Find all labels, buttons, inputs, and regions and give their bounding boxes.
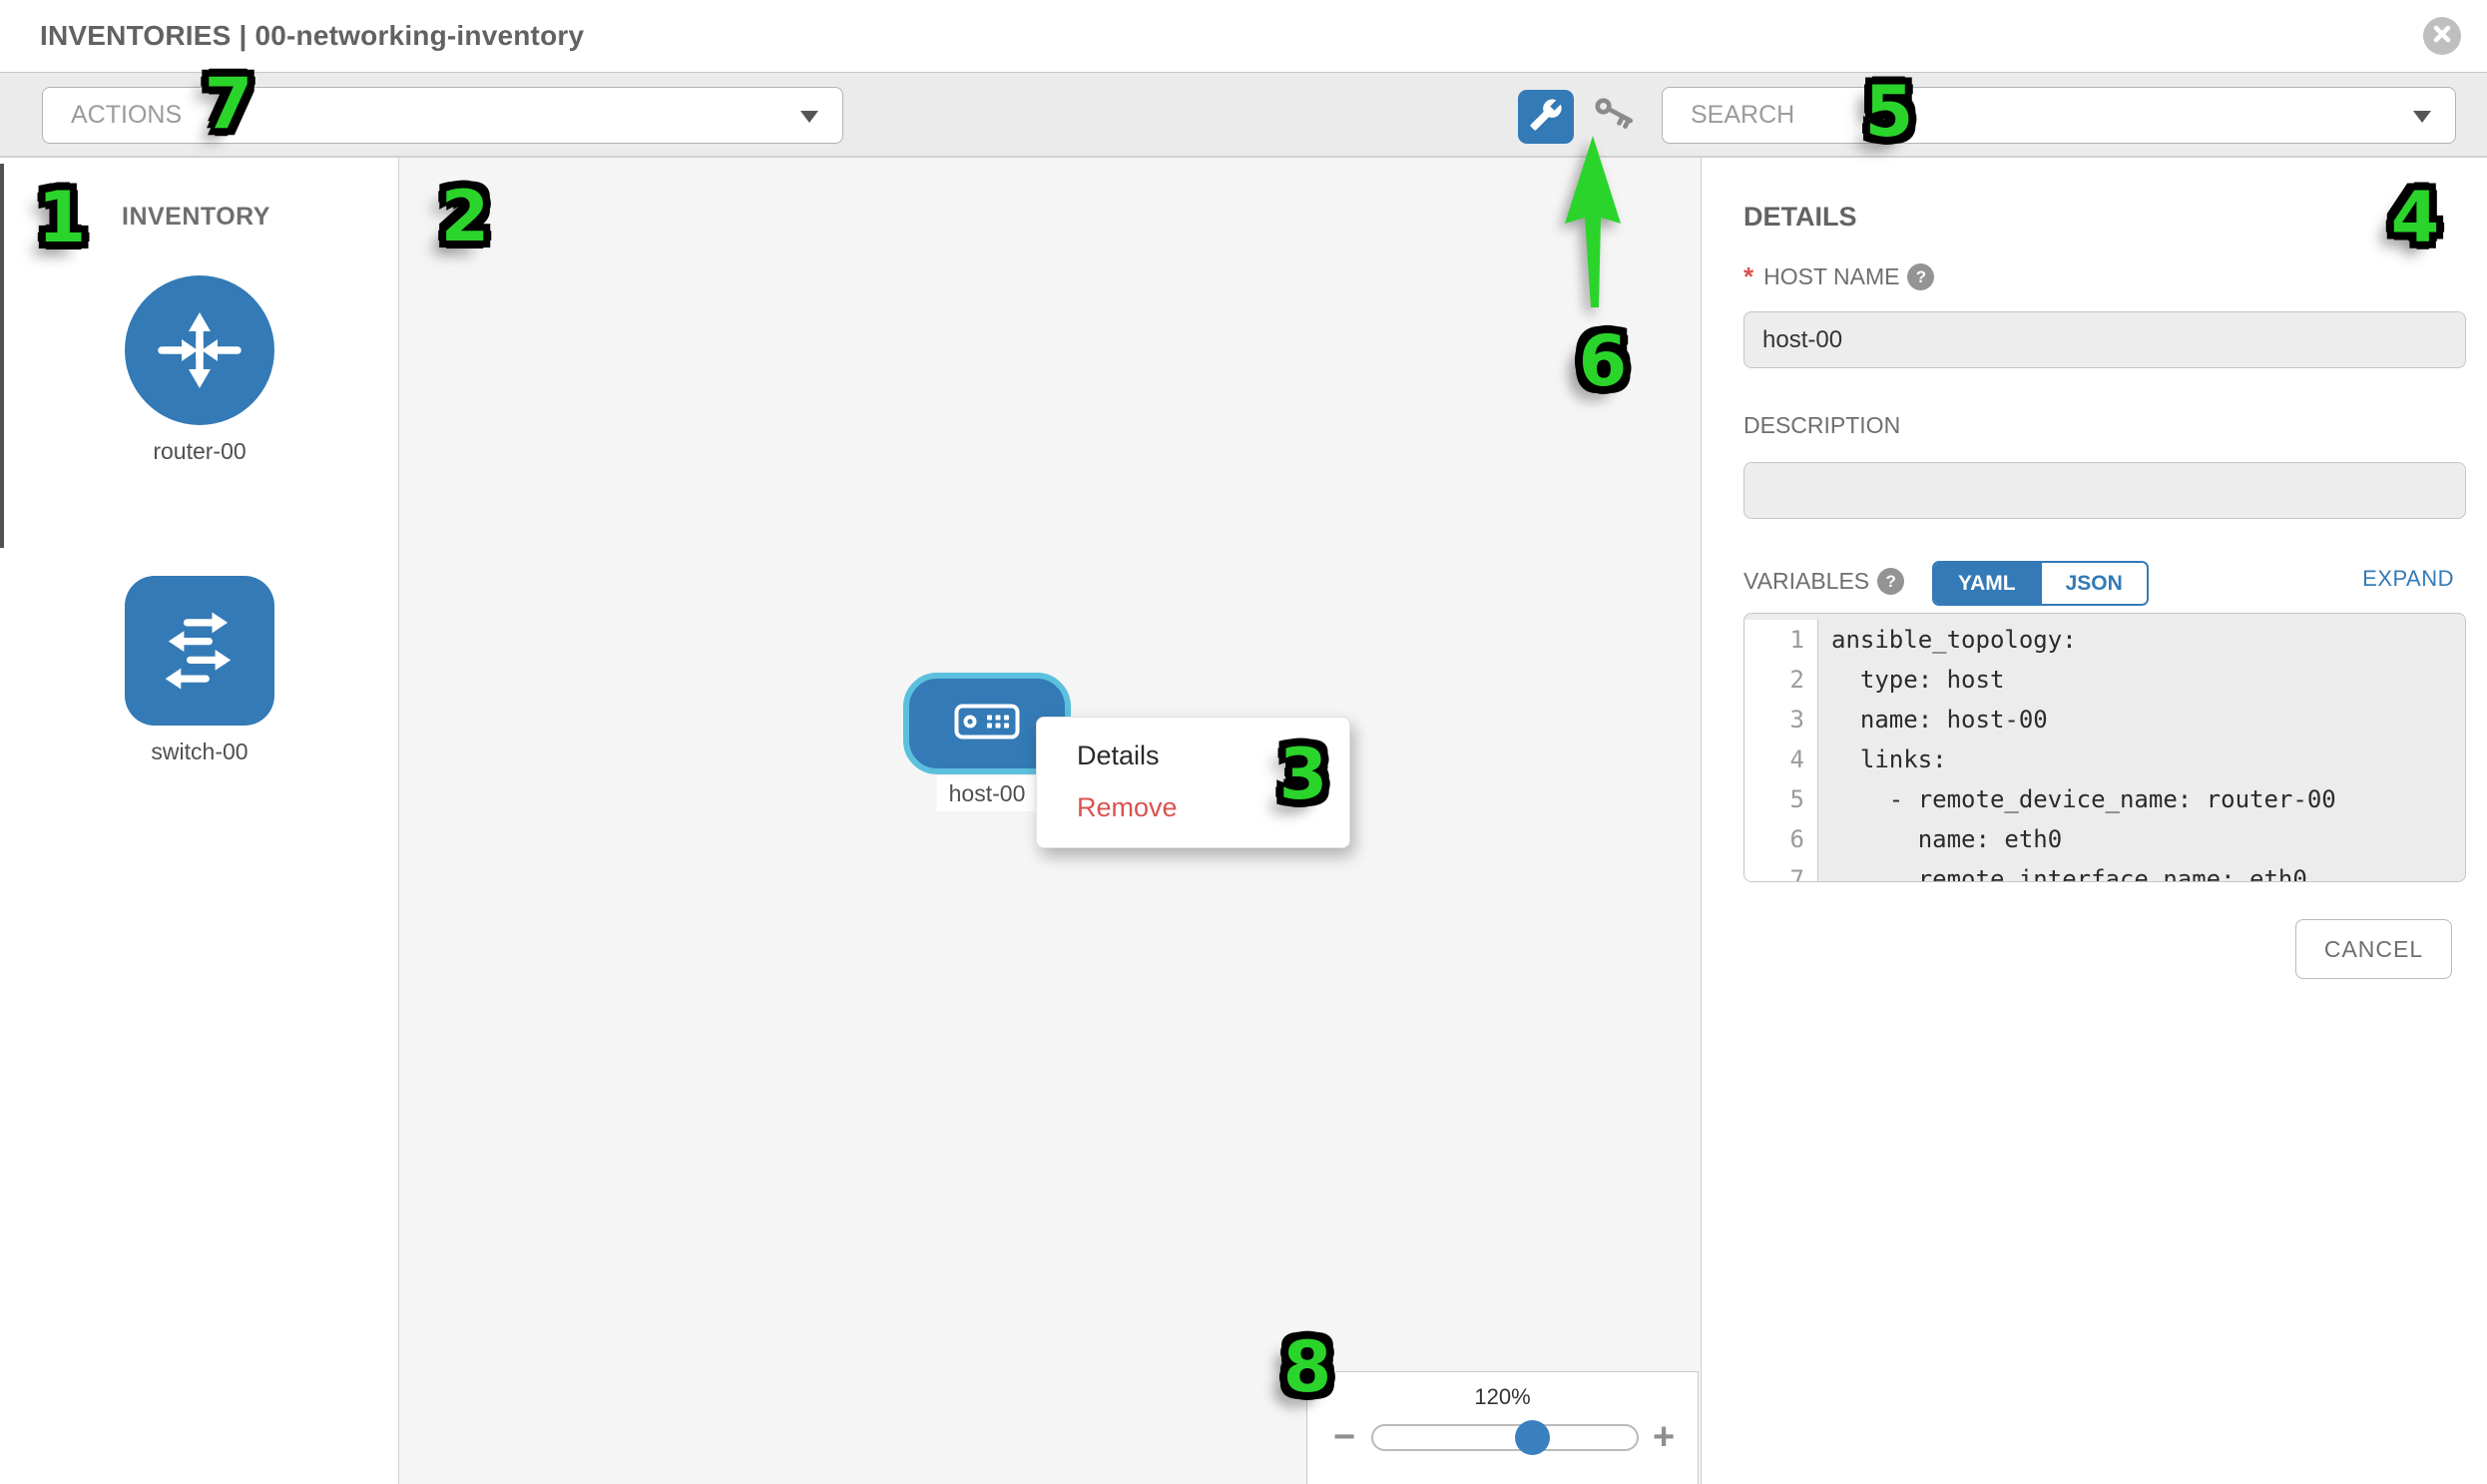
host-icon (954, 702, 1020, 746)
details-panel: DETAILS * HOST NAME ? DESCRIPTION VARIAB… (1702, 157, 2487, 1484)
line-text: - remote_device_name: router-00 (1818, 779, 2336, 819)
zoom-slider-thumb[interactable] (1515, 1420, 1550, 1455)
variables-format-toggle: YAML JSON (1932, 561, 2149, 606)
zoom-level-value: 120% (1307, 1384, 1698, 1410)
line-text: links: (1818, 740, 1947, 779)
cancel-button[interactable]: CANCEL (2295, 919, 2452, 979)
zoom-control-panel: 120% − + (1306, 1371, 1699, 1484)
code-line: 3 name: host-00 (1744, 700, 2465, 740)
code-line: 2 type: host (1744, 660, 2465, 700)
code-line: 1 ansible_topology: (1744, 620, 2465, 660)
description-label: DESCRIPTION (1743, 412, 1900, 439)
line-number: 5 (1744, 779, 1818, 819)
annotation-8: 8 (1283, 1326, 1332, 1408)
line-text: type: host (1818, 660, 2004, 700)
annotation-2: 2 (441, 176, 490, 257)
line-text: name: host-00 (1818, 700, 2048, 740)
line-number: 7 (1744, 859, 1818, 882)
required-asterisk: * (1743, 261, 1753, 292)
variables-label: VARIABLES (1743, 568, 1869, 595)
line-number: 4 (1744, 740, 1818, 779)
annotation-arrow-icon (1553, 128, 1645, 322)
switch-icon[interactable] (125, 576, 274, 726)
search-dropdown[interactable]: SEARCH (1662, 87, 2456, 144)
page-title: INVENTORIES | 00-networking-inventory (40, 20, 584, 52)
sidebar-item-switch-00[interactable]: switch-00 (125, 576, 274, 765)
annotation-3: 3 (1279, 734, 1328, 815)
line-text: ansible_topology: (1818, 620, 2077, 660)
line-number: 6 (1744, 819, 1818, 859)
annotation-5: 5 (1865, 71, 1914, 153)
actions-dropdown-label: ACTIONS (71, 101, 182, 130)
code-line: 5 - remote_device_name: router-00 (1744, 779, 2465, 819)
search-dropdown-label: SEARCH (1691, 101, 1794, 130)
code-line: 7 remote_interface_name: eth0 (1744, 859, 2465, 882)
annotation-4: 4 (2391, 177, 2440, 258)
zoom-out-button[interactable]: − (1333, 1418, 1355, 1456)
switch-label: switch-00 (151, 739, 248, 765)
zoom-slider-track[interactable] (1371, 1424, 1639, 1451)
line-number: 1 (1744, 620, 1818, 660)
host-name-label: HOST NAME (1763, 263, 1899, 290)
topology-canvas[interactable]: host-00 Details Remove 120% − + (399, 157, 1702, 1484)
sidebar-title: INVENTORY (122, 203, 270, 232)
close-button[interactable] (2423, 17, 2461, 55)
line-number: 2 (1744, 660, 1818, 700)
variables-label-row: VARIABLES ? (1743, 568, 1904, 595)
code-line: 6 name: eth0 (1744, 819, 2465, 859)
expand-link[interactable]: EXPAND (2362, 566, 2454, 592)
actions-dropdown[interactable]: ACTIONS (42, 87, 843, 144)
zoom-in-button[interactable]: + (1653, 1418, 1675, 1456)
router-label: router-00 (153, 438, 246, 465)
annotation-6: 6 (1579, 320, 1628, 402)
chevron-down-icon (800, 111, 818, 123)
description-label-row: DESCRIPTION (1743, 412, 1900, 439)
chevron-down-icon (2413, 111, 2431, 123)
line-text: remote_interface_name: eth0 (1818, 859, 2307, 882)
help-icon[interactable]: ? (1907, 263, 1934, 290)
sidebar-scroll-strip (0, 164, 4, 548)
line-number: 3 (1744, 700, 1818, 740)
variables-code-editor[interactable]: 1 ansible_topology: 2 type: host 3 name:… (1743, 613, 2466, 882)
host-name-input[interactable] (1743, 311, 2466, 368)
yaml-toggle-button[interactable]: YAML (1934, 563, 2040, 604)
host-name-label-row: * HOST NAME ? (1743, 261, 1934, 292)
description-input[interactable] (1743, 462, 2466, 519)
json-toggle-button[interactable]: JSON (2040, 563, 2147, 604)
help-icon[interactable]: ? (1877, 568, 1904, 595)
inventory-topology-page: INVENTORIES | 00-networking-inventory AC… (0, 0, 2487, 1484)
router-icon[interactable] (125, 275, 274, 425)
code-line: 4 links: (1744, 740, 2465, 779)
sidebar-item-router-00[interactable]: router-00 (125, 275, 274, 465)
host-node-label: host-00 (937, 776, 1038, 811)
inventory-sidebar: INVENTORY router-00 (0, 157, 399, 1484)
close-icon (2432, 24, 2452, 49)
line-text: name: eth0 (1818, 819, 2062, 859)
annotation-1: 1 (38, 177, 87, 258)
details-title: DETAILS (1743, 202, 1857, 233)
toolbar: ACTIONS SEARCH (0, 72, 2487, 157)
annotation-7: 7 (205, 63, 253, 145)
header: INVENTORIES | 00-networking-inventory (0, 0, 2487, 72)
